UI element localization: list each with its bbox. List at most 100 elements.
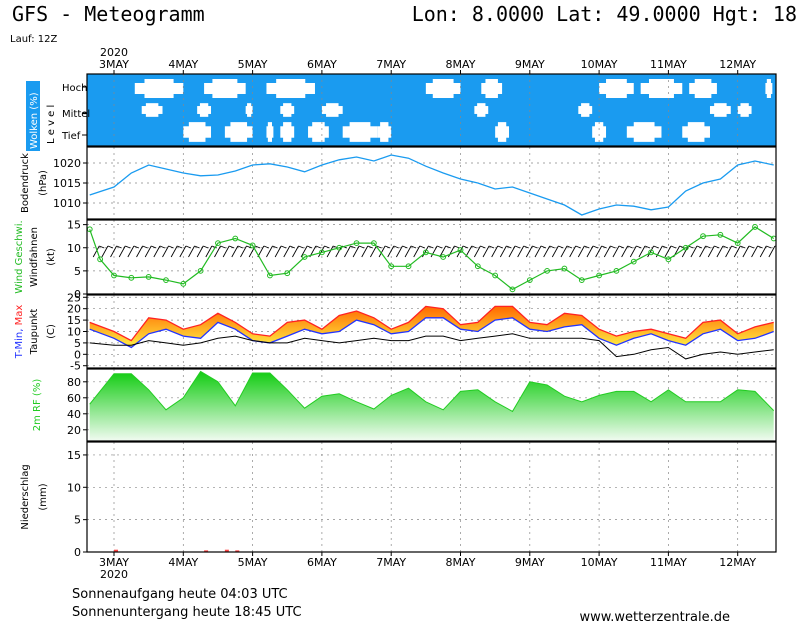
cloud-hoch-core <box>766 79 771 98</box>
y-tick-label: 1015 <box>53 177 81 190</box>
ylabel-group: T-Min, Max <box>14 305 25 360</box>
ylabel-group: (C) <box>46 324 57 339</box>
humidity-group <box>89 370 775 441</box>
y-tick-label: 15 <box>67 449 81 462</box>
cloud-hoch-core <box>432 79 454 98</box>
wind-barb-feather <box>575 245 581 249</box>
date-label-bottom: 9MAY <box>515 556 545 569</box>
y-tick-label: 20 <box>67 303 81 316</box>
ylabel-group: (hPa) <box>38 170 49 196</box>
date-label-bottom: 11MAY <box>650 556 687 569</box>
year-label-bottom: 2020 <box>100 568 128 581</box>
y-tick-label: -5 <box>70 360 81 373</box>
cloud-mittel-core <box>326 103 339 117</box>
y-tick-label: 10 <box>67 242 81 255</box>
temperature-ylabel: T-Min, Max <box>14 305 25 360</box>
date-label-top: 7MAY <box>376 58 406 71</box>
wind-barb-feather <box>558 245 564 249</box>
y-tick-label: 5 <box>74 265 81 278</box>
panel-ylabel: (hPa) <box>38 170 49 196</box>
date-label-top: 4MAY <box>168 58 198 71</box>
date-label-top: 11MAY <box>650 58 687 71</box>
wind-barb-feather <box>298 245 304 249</box>
date-label-top: 5MAY <box>238 58 268 71</box>
wind-barb-feather <box>636 245 642 249</box>
cloud-tief-core <box>230 122 248 142</box>
y-tick-label: 0 <box>74 348 81 361</box>
wind-barb-feather <box>142 245 148 249</box>
panel-ylabel: Niederschlag <box>20 464 31 529</box>
ylabel-group: Bodendruck <box>20 153 31 213</box>
date-label-top: 8MAY <box>446 58 476 71</box>
cloud-ylabel-group: Wolken (%) <box>26 81 40 151</box>
panel-frame-precip <box>86 441 777 553</box>
wind-barb-feather <box>610 245 616 249</box>
date-label-top: 3MAY <box>99 58 129 71</box>
wind-group <box>87 224 776 293</box>
date-label-top: 12MAY <box>719 58 756 71</box>
meteogram-chart: HochMittelTiefWolken (%) L e v e l1010101… <box>14 46 777 581</box>
sunset-text: Sonnenuntergang heute 18:45 UTC <box>72 605 302 620</box>
cloud-tief-core <box>687 122 705 142</box>
cloud-tief-core <box>633 122 655 142</box>
wind-barb-feather <box>688 245 694 249</box>
cloud-mittel-core <box>477 103 486 117</box>
date-label-top: 6MAY <box>307 58 337 71</box>
cloud-mittel-core <box>247 103 252 117</box>
website-link[interactable]: www.wetterzentrale.de <box>580 611 730 624</box>
wind-barb-feather <box>402 245 408 249</box>
wind-barb-feather <box>281 245 287 249</box>
wind-barb-feather <box>670 245 677 249</box>
cloud-mittel-core <box>581 103 590 117</box>
date-label-bottom: 5MAY <box>238 556 268 569</box>
y-tick-label: 5 <box>74 514 81 527</box>
y-tick-label: 15 <box>67 314 81 327</box>
date-label-top: 10MAY <box>581 58 618 71</box>
cloud-mittel-core <box>199 103 209 117</box>
ylabel-group: Niederschlag <box>20 464 31 529</box>
cloud-mittel-core <box>145 103 159 117</box>
y-tick-label: 80 <box>67 376 81 389</box>
temperature-group <box>89 305 774 360</box>
cloud-tief-core <box>267 122 273 142</box>
cloud-tief-core <box>497 122 507 142</box>
cloud-hoch-core <box>606 79 627 98</box>
y-tick-label: 60 <box>67 392 81 405</box>
cloud-tief-core <box>380 122 389 142</box>
date-label-bottom: 6MAY <box>307 556 337 569</box>
panel-ylabel: 2m RF (%) <box>32 379 43 432</box>
ylabel-group: (mm) <box>38 483 49 510</box>
ylabel-group: Wind Geschwi. <box>14 220 25 293</box>
ylabel-group: 2m RF (%) <box>32 379 43 432</box>
date-label-bottom: 7MAY <box>376 556 406 569</box>
wind-barb-feather <box>203 245 209 249</box>
wind-barb-feather <box>653 245 659 249</box>
date-label-bottom: 8MAY <box>446 556 476 569</box>
year-label-top: 2020 <box>100 46 128 59</box>
pressure-line <box>89 154 774 216</box>
cloud-tief-core <box>283 122 292 142</box>
cloud-tief-core <box>594 122 604 142</box>
cloud-mittel-core <box>714 103 727 117</box>
y-tick-label: 25 <box>67 291 81 304</box>
y-tick-label: 20 <box>67 424 81 437</box>
cloud-hoch-core <box>212 79 238 98</box>
cloud-hoch-core <box>144 79 174 98</box>
panel-ylabel: Windfahnen <box>29 227 40 287</box>
cloud-tief-core <box>188 122 206 142</box>
cloud-hoch-core <box>276 79 306 98</box>
cloud-level-label: Hoch <box>62 83 87 94</box>
date-label-top: 9MAY <box>515 58 545 71</box>
y-tick-label: 10 <box>67 326 81 339</box>
wind-barb-feather <box>731 245 737 249</box>
y-tick-label: 10 <box>67 481 81 494</box>
y-tick-label: 0 <box>74 546 81 559</box>
panel-ylabel: (mm) <box>38 483 49 510</box>
wind-barb-feather <box>454 245 460 249</box>
y-tick-label: 1020 <box>53 157 81 170</box>
wind-barb-feather <box>419 245 425 249</box>
y-tick-label: 5 <box>74 337 81 350</box>
panel-ylabel: Taupunkt <box>29 309 40 356</box>
cloud-mittel-core <box>283 103 292 117</box>
wind-barb-feather <box>125 245 131 249</box>
